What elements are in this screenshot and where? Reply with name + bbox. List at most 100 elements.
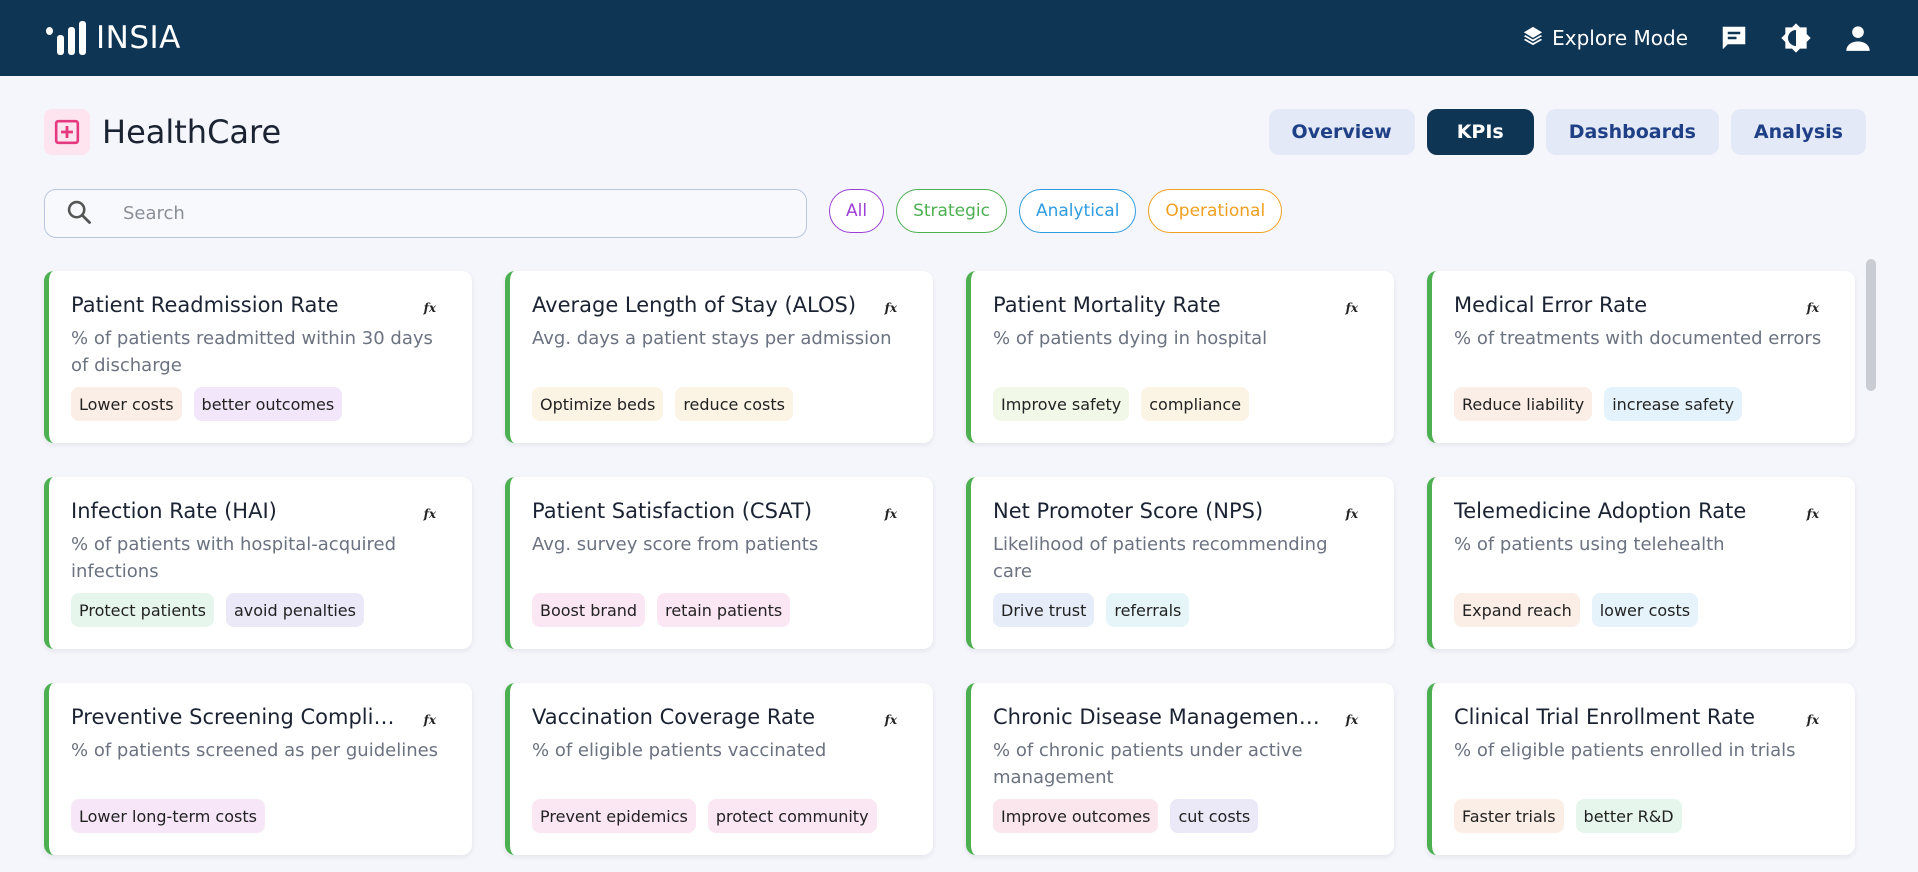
medical-cross-icon [44, 109, 90, 155]
kpi-tag: retain patients [657, 593, 791, 627]
kpi-tag: reduce costs [675, 387, 793, 421]
kpi-card[interactable]: Patient Satisfaction (CSAT) fx Avg. survey… [505, 477, 933, 649]
kpi-title: Telemedicine Adoption Rate [1454, 499, 1747, 523]
kpi-tags: Faster trials better R&D [1454, 799, 1682, 833]
page-title: HealthCare [102, 113, 282, 151]
kpi-card[interactable]: Net Promoter Score (NPS) fx Likelihood of … [966, 477, 1394, 649]
kpi-tag: Improve outcomes [993, 799, 1159, 833]
kpi-description: Avg. survey score from patients [532, 534, 819, 555]
kpi-card[interactable]: Patient Readmission Rate fx % of patients … [44, 271, 472, 443]
tab-kpis[interactable]: KPIs [1426, 109, 1534, 155]
kpi-tag: referrals [1106, 593, 1190, 627]
scrollbar[interactable] [1866, 259, 1876, 391]
kpi-title: Patient Satisfaction (CSAT) [532, 499, 813, 523]
fx-icon[interactable]: fx [885, 507, 897, 521]
kpi-card[interactable]: Preventive Screening Compliance fx % of pa… [44, 683, 472, 855]
kpi-tags: Boost brand retain patients [532, 593, 791, 627]
kpi-tag: Reduce liability [1454, 387, 1593, 421]
kpi-title: Chronic Disease Management Rate [993, 705, 1323, 729]
kpi-tag: better outcomes [193, 387, 343, 421]
kpi-card[interactable]: Infection Rate (HAI) fx % of patients with… [44, 477, 472, 649]
search-box[interactable] [44, 189, 807, 238]
kpi-tag: Protect patients [71, 593, 214, 627]
kpi-tag: increase safety [1604, 387, 1743, 421]
kpi-card[interactable]: Clinical Trial Enrollment Rate fx % of eli… [1427, 683, 1855, 855]
kpi-tag: Faster trials [1454, 799, 1564, 833]
chat-icon[interactable] [1718, 22, 1750, 54]
kpi-title: Net Promoter Score (NPS) [993, 499, 1264, 523]
filter-strategic[interactable]: Strategic [896, 189, 1007, 233]
kpi-description: Likelihood of patients recommending care [993, 534, 1328, 582]
kpi-description: % of treatments with documented errors [1454, 328, 1822, 349]
search-input[interactable] [123, 203, 723, 224]
kpi-tag: cut costs [1170, 799, 1259, 833]
kpi-tag: avoid penalties [225, 593, 364, 627]
tab-dashboards[interactable]: Dashboards [1545, 109, 1719, 155]
fx-icon[interactable]: fx [424, 301, 436, 315]
kpi-card[interactable]: Medical Error Rate fx % of treatments with… [1427, 271, 1855, 443]
fx-icon[interactable]: fx [424, 713, 436, 727]
kpi-title: Clinical Trial Enrollment Rate [1454, 705, 1756, 729]
kpi-title: Patient Readmission Rate [71, 293, 339, 317]
kpi-tags: Protect patients avoid penalties [71, 593, 364, 627]
filter-all[interactable]: All [829, 189, 885, 233]
kpi-title: Preventive Screening Compliance [71, 705, 401, 729]
kpi-tag: lower costs [1591, 593, 1699, 627]
kpi-tag: compliance [1141, 387, 1250, 421]
fx-icon[interactable]: fx [885, 301, 897, 315]
kpi-tag: Boost brand [532, 593, 646, 627]
brand[interactable]: INSIA [46, 20, 181, 56]
kpi-tags: Expand reach lower costs [1454, 593, 1699, 627]
kpi-tag: Lower costs [71, 387, 182, 421]
kpi-card[interactable]: Chronic Disease Management Rate fx % of ch… [966, 683, 1394, 855]
user-icon[interactable] [1842, 22, 1874, 54]
kpi-card[interactable]: Patient Mortality Rate fx % of patients dy… [966, 271, 1394, 443]
kpi-grid: Patient Readmission Rate fx % of patients … [44, 271, 1855, 855]
kpi-tags: Reduce liability increase safety [1454, 387, 1743, 421]
fx-icon[interactable]: fx [1346, 301, 1358, 315]
tab-analysis[interactable]: Analysis [1730, 109, 1866, 155]
fx-icon[interactable]: fx [1346, 713, 1358, 727]
fx-icon[interactable]: fx [424, 507, 436, 521]
fx-icon[interactable]: fx [885, 713, 897, 727]
fx-icon[interactable]: fx [1807, 713, 1819, 727]
kpi-card[interactable]: Telemedicine Adoption Rate fx % of patient… [1427, 477, 1855, 649]
layers-icon [1522, 25, 1544, 52]
kpi-title: Vaccination Coverage Rate [532, 705, 816, 729]
kpi-card[interactable]: Vaccination Coverage Rate fx % of eligible… [505, 683, 933, 855]
kpi-tags: Improve outcomes cut costs [993, 799, 1259, 833]
fx-icon[interactable]: fx [1346, 507, 1358, 521]
kpi-tag: protect community [707, 799, 877, 833]
filter-analytical[interactable]: Analytical [1018, 189, 1137, 233]
kpi-title: Medical Error Rate [1454, 293, 1648, 317]
explore-mode-label: Explore Mode [1552, 26, 1688, 50]
page-heading: HealthCare [44, 109, 281, 155]
kpi-tag: Improve safety [993, 387, 1130, 421]
kpi-description: % of chronic patients under active manag… [993, 740, 1303, 788]
nav-tabs: Overview KPIs Dashboards Analysis [1268, 109, 1866, 155]
kpi-tag: better R&D [1575, 799, 1682, 833]
kpi-description: % of patients screened as per guidelines [71, 740, 439, 761]
kpi-description: % of patients using telehealth [1454, 534, 1725, 555]
kpi-title: Infection Rate (HAI) [71, 499, 277, 523]
fx-icon[interactable]: fx [1807, 507, 1819, 521]
tab-overview[interactable]: Overview [1268, 109, 1415, 155]
filter-operational[interactable]: Operational [1148, 189, 1283, 233]
kpi-description: % of patients with hospital-acquired inf… [71, 534, 397, 582]
kpi-card[interactable]: Average Length of Stay (ALOS) fx Avg. days… [505, 271, 933, 443]
kpi-title: Patient Mortality Rate [993, 293, 1221, 317]
kpi-tags: Lower costs better outcomes [71, 387, 343, 421]
kpi-tags: Prevent epidemics protect community [532, 799, 877, 833]
kpi-tag: Drive trust [993, 593, 1095, 627]
top-actions: Explore Mode [1522, 22, 1874, 54]
fx-icon[interactable]: fx [1807, 301, 1819, 315]
explore-mode-button[interactable]: Explore Mode [1522, 25, 1688, 52]
search-icon [65, 198, 93, 230]
brightness-icon[interactable] [1780, 22, 1812, 54]
kpi-description: % of eligible patients enrolled in trial… [1454, 740, 1796, 761]
kpi-tags: Drive trust referrals [993, 593, 1190, 627]
kpi-title: Average Length of Stay (ALOS) [532, 293, 857, 317]
app-name: INSIA [96, 20, 181, 56]
kpi-description: % of patients readmitted within 30 days … [71, 328, 433, 376]
top-bar: INSIA Explore Mode [0, 0, 1918, 76]
